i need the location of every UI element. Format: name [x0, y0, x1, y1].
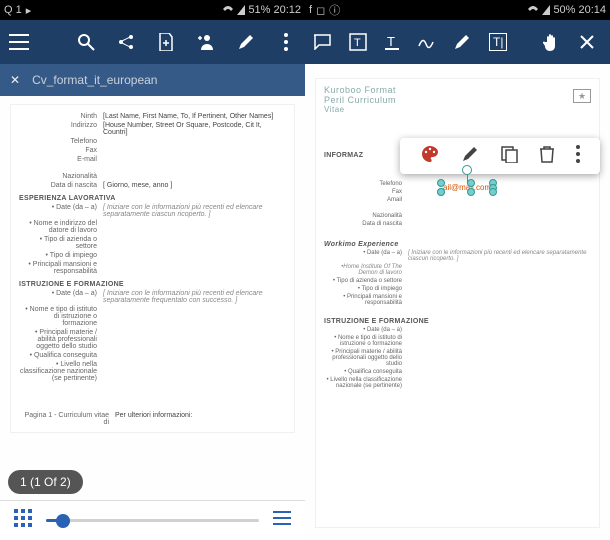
status-bar: f ◻ ⓘ 50% 20:14	[305, 0, 610, 20]
document-viewport[interactable]: Ninth[Last Name, First Name, To, If Pert…	[0, 96, 305, 500]
comment-icon[interactable]	[313, 31, 331, 53]
close-icon[interactable]	[579, 31, 595, 53]
color-picker-icon[interactable]	[420, 144, 440, 169]
text-annotate-icon[interactable]: T|	[489, 33, 507, 51]
overflow-icon[interactable]	[275, 31, 297, 53]
page-slider[interactable]	[46, 519, 259, 522]
info-icon: ⓘ	[329, 2, 340, 18]
list-view-icon[interactable]	[273, 511, 291, 530]
wifi-icon	[222, 5, 234, 15]
signal-icon	[237, 5, 245, 15]
edit-icon[interactable]	[235, 31, 257, 53]
battery-pct: 51%	[248, 4, 270, 16]
person-add-icon[interactable]	[195, 31, 217, 53]
phone-left: Q 1 ▸ 51% 20:12 ✕ Cv_format_it_european …	[0, 0, 305, 540]
notification-icon: ◻	[316, 4, 325, 17]
share-icon[interactable]	[115, 31, 137, 53]
carrier-label: Q 1	[4, 4, 22, 16]
battery-pct: 50%	[553, 4, 575, 16]
draw-icon[interactable]	[453, 31, 471, 53]
facebook-icon: f	[309, 4, 312, 16]
resize-handle[interactable]	[437, 188, 445, 196]
main-toolbar	[0, 20, 305, 64]
resize-handle[interactable]	[437, 179, 445, 187]
status-bar: Q 1 ▸ 51% 20:12	[0, 0, 305, 20]
document-page: Ninth[Last Name, First Name, To, If Pert…	[10, 104, 295, 433]
resize-handle[interactable]	[467, 188, 475, 196]
copy-icon[interactable]	[500, 145, 518, 168]
clock: 20:14	[578, 4, 606, 16]
signal-icon	[542, 5, 550, 15]
close-tab-icon[interactable]: ✕	[10, 73, 20, 87]
filename-label: Cv_format_it_european	[32, 73, 157, 87]
signature-icon[interactable]	[417, 31, 435, 53]
annotation-context-bar	[400, 138, 600, 174]
text-box-icon[interactable]: T	[349, 31, 367, 53]
resize-handle[interactable]	[467, 179, 475, 187]
selected-text-annotation[interactable]: ail@mail.com	[443, 183, 491, 192]
menu-button[interactable]	[8, 31, 30, 53]
svg-text:T: T	[387, 34, 395, 49]
delete-icon[interactable]	[539, 145, 555, 168]
clock: 20:12	[273, 4, 301, 16]
phone-right: f ◻ ⓘ 50% 20:14 T T T| ★ Kuroboo Format …	[305, 0, 610, 540]
document-viewport[interactable]: ★ Kuroboo Format Peril Curriculum Vitae …	[305, 64, 610, 540]
eu-flag-icon: ★	[573, 89, 591, 103]
file-add-icon[interactable]	[155, 31, 177, 53]
pan-hand-icon[interactable]	[543, 31, 561, 53]
text-highlight-icon[interactable]: T	[385, 31, 399, 53]
section-work-exp: Esperienza lavorativa	[19, 195, 286, 202]
more-icon[interactable]	[576, 145, 580, 168]
svg-text:T: T	[354, 37, 361, 49]
edit-annotation-icon[interactable]	[461, 145, 479, 168]
page-counter: 1 (1 Of 2)	[8, 470, 83, 494]
play-icon: ▸	[26, 4, 32, 17]
bottom-bar	[0, 500, 305, 540]
section-education: Istruzione e formazione	[19, 281, 286, 288]
document-tab[interactable]: ✕ Cv_format_it_european	[0, 64, 305, 96]
grid-view-icon[interactable]	[14, 509, 32, 532]
search-icon[interactable]	[75, 31, 97, 53]
wifi-icon	[527, 5, 539, 15]
annotate-toolbar: T T T|	[305, 20, 610, 64]
